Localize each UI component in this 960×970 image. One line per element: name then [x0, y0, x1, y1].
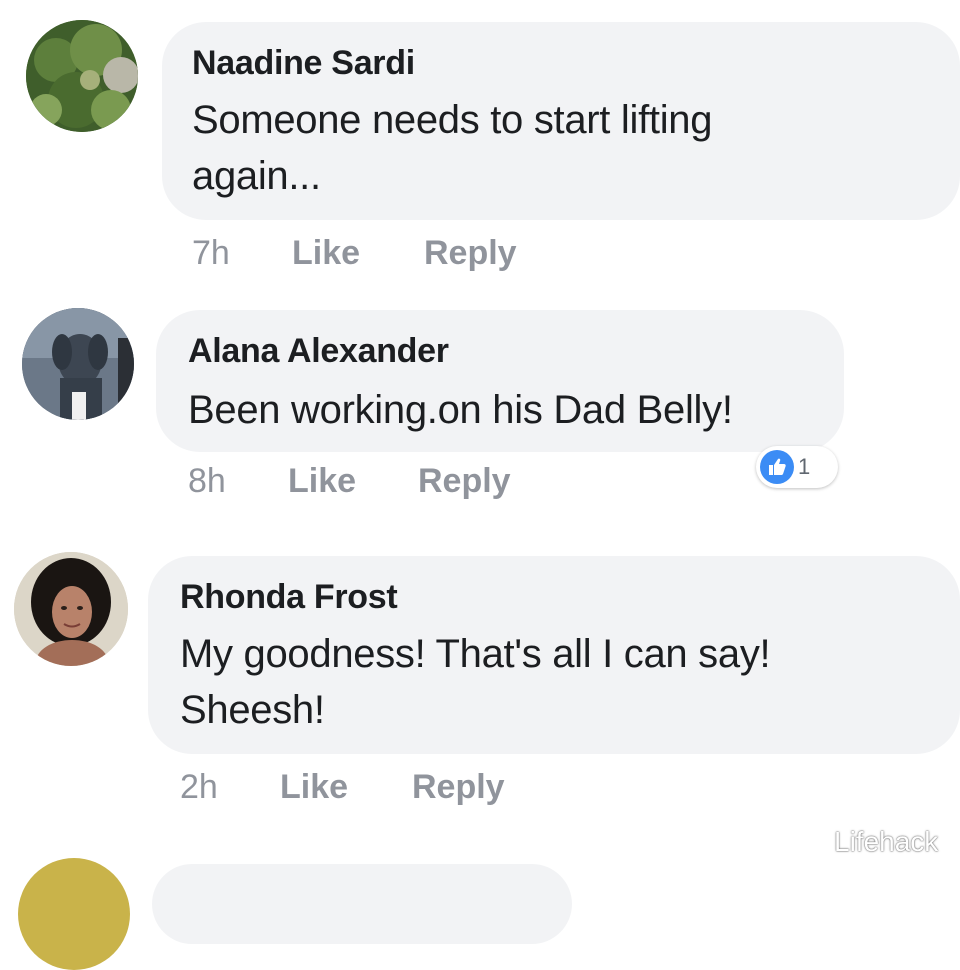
comment-timestamp[interactable]: 8h: [188, 462, 226, 501]
person-avatar-icon: [14, 552, 128, 666]
like-button[interactable]: Like: [292, 234, 360, 273]
comment-3: Rhonda Frost My goodness! That's all I c…: [0, 540, 960, 840]
reply-button[interactable]: Reply: [424, 234, 517, 273]
wechat-icon: [795, 830, 827, 853]
comment-text: Been working.on his Dad Belly!: [188, 388, 733, 432]
reaction-count: 1: [798, 454, 811, 479]
watermark-text: Lifehack: [834, 826, 939, 857]
comment-author[interactable]: Alana Alexander: [188, 332, 449, 371]
dog-avatar-icon: [22, 308, 134, 420]
comment-author[interactable]: Naadine Sardi: [192, 44, 415, 83]
reply-button[interactable]: Reply: [418, 462, 511, 501]
reply-button[interactable]: Reply: [412, 768, 505, 807]
like-button[interactable]: Like: [288, 462, 356, 501]
like-button[interactable]: Like: [280, 768, 348, 807]
comment-2: Alana Alexander Been working.on his Dad …: [0, 290, 960, 540]
avatar-rhonda-frost[interactable]: [14, 552, 128, 666]
reaction-badge[interactable]: 1: [756, 446, 838, 488]
avatar-next-comment[interactable]: [18, 858, 130, 970]
thumbs-up-icon: [760, 450, 794, 484]
avatar-naadine-sardi[interactable]: [26, 20, 138, 132]
comment-text: My goodness! That's all I can say! Shees…: [180, 632, 771, 732]
comment-bubble-next: [152, 864, 572, 944]
landscape-avatar-icon: [26, 20, 138, 132]
comment-1: Naadine Sardi Someone needs to start lif…: [0, 0, 960, 290]
comment-timestamp[interactable]: 2h: [180, 768, 218, 807]
comment-timestamp[interactable]: 7h: [192, 234, 230, 273]
watermark: Lifehack: [794, 826, 938, 858]
comment-author[interactable]: Rhonda Frost: [180, 578, 398, 617]
avatar-alana-alexander[interactable]: [22, 308, 134, 420]
comment-text: Someone needs to start lifting again...: [192, 98, 713, 198]
